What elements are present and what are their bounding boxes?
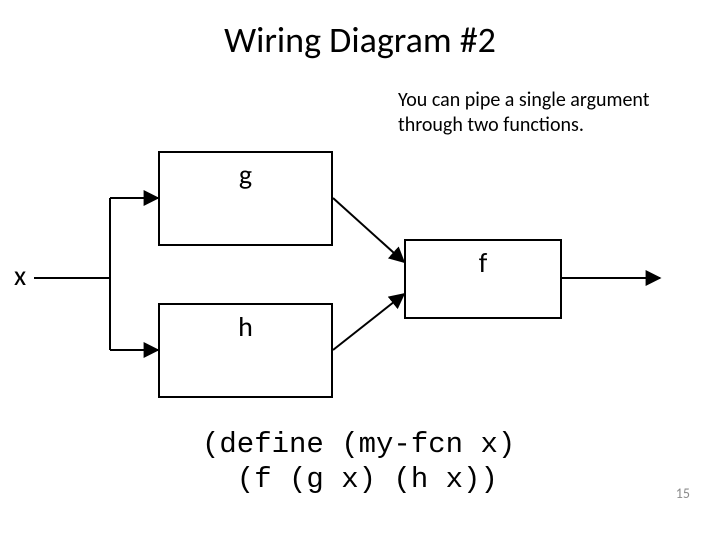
box-g-label: g — [239, 157, 252, 192]
box-f-label: f — [479, 245, 488, 280]
subtitle-text: You can pipe a single argument through t… — [398, 88, 708, 138]
label-x: x — [14, 258, 26, 293]
code-block: (define (my-fcn x) (f (g x) (h x)) — [202, 428, 515, 498]
box-h: h — [158, 303, 333, 398]
box-g: g — [158, 151, 333, 246]
page-number: 15 — [676, 485, 690, 502]
box-h-label: h — [238, 309, 253, 344]
box-f: f — [404, 239, 562, 319]
page-title: Wiring Diagram #2 — [0, 18, 720, 62]
